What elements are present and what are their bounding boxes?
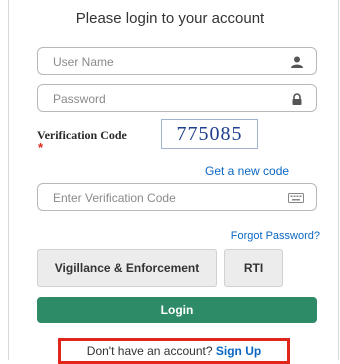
signup-prompt-text: Don't have an account?	[86, 344, 213, 358]
verification-code-label: Verification Code	[37, 128, 127, 142]
captcha-image: 775085	[161, 119, 258, 149]
password-placeholder: Password	[53, 92, 106, 106]
lock-icon	[292, 93, 302, 105]
sign-up-link[interactable]: Sign Up	[216, 344, 261, 358]
vigilance-enforcement-button[interactable]: Vigillance & Enforcement	[37, 249, 217, 287]
forgot-password-link[interactable]: Forgot Password?	[231, 230, 320, 242]
login-button[interactable]: Login	[37, 297, 317, 323]
username-field[interactable]: User Name	[37, 47, 317, 75]
get-new-code-link[interactable]: Get a new code	[205, 164, 289, 178]
signup-prompt: Don't have an account? Sign Up	[58, 338, 290, 364]
username-placeholder: User Name	[53, 55, 114, 69]
rti-button[interactable]: RTI	[224, 249, 283, 287]
required-marker: *	[38, 140, 44, 155]
password-field[interactable]: Password	[37, 84, 317, 112]
keyboard-icon	[288, 193, 304, 203]
verification-code-input[interactable]: Enter Verification Code	[37, 183, 317, 211]
verification-code-placeholder: Enter Verification Code	[53, 191, 176, 205]
user-icon	[291, 56, 303, 68]
page-title: Please login to your account	[75, 10, 265, 27]
